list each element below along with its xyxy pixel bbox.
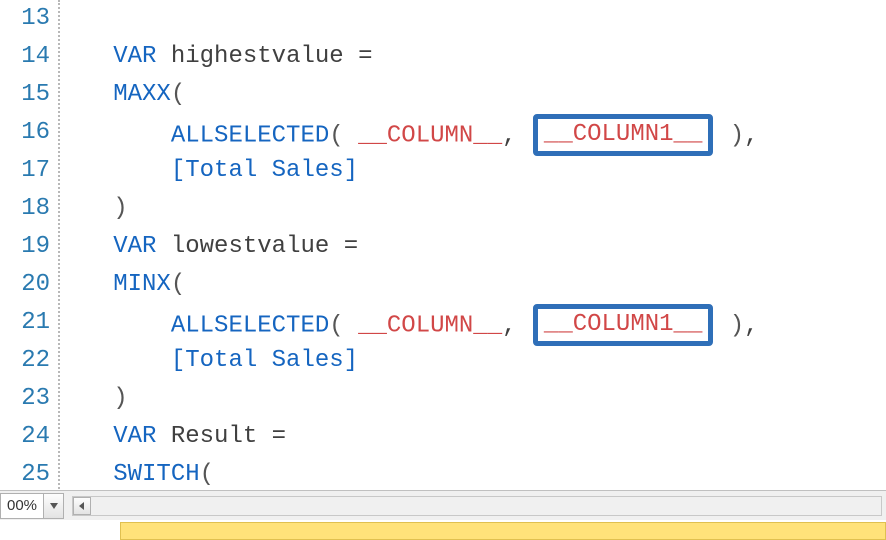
- measure-ref: [Total Sales]: [171, 347, 358, 374]
- highlight-box: __COLUMN1__: [533, 304, 713, 346]
- code-text-area[interactable]: VAR highestvalue = MAXX( ALLSELECTED( __…: [60, 0, 886, 500]
- zoom-value: 00%: [1, 497, 43, 514]
- paren-close: ): [113, 385, 127, 412]
- line-number: 13: [0, 0, 58, 38]
- paren-close: ): [113, 195, 127, 222]
- comma: ,: [744, 122, 758, 149]
- code-line[interactable]: VAR highestvalue =: [70, 38, 886, 76]
- line-number: 16: [0, 114, 58, 152]
- comma: ,: [744, 312, 758, 339]
- code-line[interactable]: MAXX(: [70, 76, 886, 114]
- paren-open: (: [171, 81, 185, 108]
- paren-close: ): [730, 122, 744, 149]
- keyword-maxx: MAXX: [113, 81, 171, 108]
- paren-open: (: [171, 271, 185, 298]
- placeholder-column1: __COLUMN1__: [544, 121, 702, 148]
- keyword-var: VAR: [113, 43, 156, 70]
- code-line[interactable]: MINX(: [70, 266, 886, 304]
- line-number: 25: [0, 456, 58, 494]
- identifier: lowestvalue: [171, 233, 329, 260]
- measure-ref: [Total Sales]: [171, 157, 358, 184]
- line-number: 18: [0, 190, 58, 228]
- placeholder-column1: __COLUMN1__: [544, 311, 702, 338]
- triangle-left-icon: [78, 502, 86, 510]
- keyword-allselected: ALLSELECTED: [171, 312, 329, 339]
- line-number-gutter: 13 14 15 16 17 18 19 20 21 22 23 24 25: [0, 0, 60, 500]
- operator-equals: =: [272, 423, 286, 450]
- placeholder-column: __COLUMN__: [358, 312, 502, 339]
- paren-close: ): [730, 312, 744, 339]
- line-number: 17: [0, 152, 58, 190]
- bottom-highlight-strip: [120, 522, 886, 540]
- placeholder-column: __COLUMN__: [358, 122, 502, 149]
- code-line[interactable]: ALLSELECTED( __COLUMN__, __COLUMN1__ ),: [70, 114, 886, 152]
- paren-open: (: [200, 461, 214, 488]
- line-number: 15: [0, 76, 58, 114]
- zoom-control[interactable]: 00%: [0, 493, 64, 519]
- line-number: 22: [0, 342, 58, 380]
- chevron-down-icon: [50, 503, 58, 509]
- line-number: 21: [0, 304, 58, 342]
- code-editor[interactable]: 13 14 15 16 17 18 19 20 21 22 23 24 25 V…: [0, 0, 886, 500]
- code-line[interactable]: SWITCH(: [70, 456, 886, 494]
- code-line[interactable]: ): [70, 380, 886, 418]
- line-number: 19: [0, 228, 58, 266]
- code-line[interactable]: ): [70, 190, 886, 228]
- highlight-box: __COLUMN1__: [533, 114, 713, 156]
- line-number: 20: [0, 266, 58, 304]
- identifier: Result: [171, 423, 257, 450]
- code-line[interactable]: [70, 0, 886, 38]
- comma: ,: [502, 312, 516, 339]
- line-number: 23: [0, 380, 58, 418]
- code-line[interactable]: ALLSELECTED( __COLUMN__, __COLUMN1__ ),: [70, 304, 886, 342]
- operator-equals: =: [358, 43, 372, 70]
- zoom-dropdown-button[interactable]: [43, 494, 63, 518]
- scroll-left-button[interactable]: [73, 497, 91, 515]
- line-number: 24: [0, 418, 58, 456]
- code-line[interactable]: [Total Sales]: [70, 152, 886, 190]
- status-bar: 00%: [0, 490, 886, 520]
- paren-open: (: [329, 312, 343, 339]
- line-number: 14: [0, 38, 58, 76]
- identifier: highestvalue: [171, 43, 344, 70]
- keyword-var: VAR: [113, 233, 156, 260]
- scroll-track[interactable]: [91, 497, 881, 515]
- paren-open: (: [329, 122, 343, 149]
- code-line[interactable]: VAR Result =: [70, 418, 886, 456]
- code-line[interactable]: [Total Sales]: [70, 342, 886, 380]
- keyword-var: VAR: [113, 423, 156, 450]
- comma: ,: [502, 122, 516, 149]
- keyword-switch: SWITCH: [113, 461, 199, 488]
- keyword-allselected: ALLSELECTED: [171, 122, 329, 149]
- code-line[interactable]: VAR lowestvalue =: [70, 228, 886, 266]
- operator-equals: =: [344, 233, 358, 260]
- keyword-minx: MINX: [113, 271, 171, 298]
- horizontal-scrollbar[interactable]: [72, 496, 882, 516]
